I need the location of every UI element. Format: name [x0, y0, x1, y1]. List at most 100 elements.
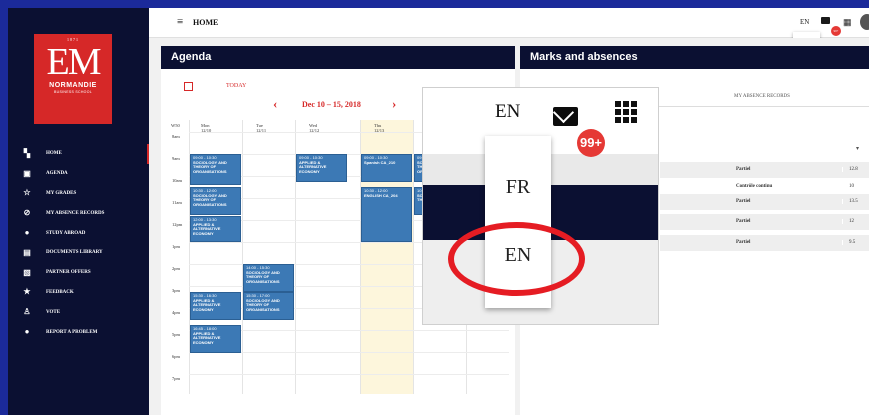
logo-subtitle: BUSINESS SCHOOL	[54, 90, 92, 94]
calendar-event[interactable]: 09:00 - 10:30 Spanish CA_210	[361, 154, 412, 182]
feedback-star-icon: ★	[23, 287, 31, 297]
mark-type: Contrôle continu	[736, 184, 773, 189]
date-range: Dec 10 – 15, 2018	[302, 100, 361, 109]
dashboard-icon: ▚	[23, 148, 31, 158]
event-title: SOCIOLOGY AND THEORY OF ORGANISATIONS	[193, 192, 227, 207]
table-row: Partiel 12	[660, 214, 869, 230]
logo-name: NORMANDIE	[49, 82, 97, 89]
time-label: 7pm	[172, 376, 181, 381]
school-logo[interactable]: 1871 EM NORMANDIE BUSINESS SCHOOL	[34, 34, 112, 124]
sidebar-item-label: DOCUMENTS LIBRARY	[46, 250, 103, 256]
time-label: 6pm	[172, 354, 181, 359]
time-label: 11am	[172, 200, 182, 205]
sidebar-item-documents-library[interactable]: ▤ DOCUMENTS LIBRARY	[8, 243, 149, 263]
sidebar-item-label: PARTNER OFFERS	[46, 270, 91, 276]
apps-grid-icon[interactable]: ▦	[843, 17, 852, 28]
globe-icon: ●	[24, 228, 30, 238]
sidebar-item-study-abroad[interactable]: ● STUDY ABROAD	[8, 223, 149, 243]
notification-badge: 99+	[831, 26, 841, 36]
calendar-event[interactable]: 14:00 - 15:30 SOCIOLOGY AND THEORY OF ORG…	[243, 264, 294, 292]
page-title: HOME	[193, 18, 219, 27]
library-icon: ▤	[23, 247, 31, 257]
mark-type: Partiel	[736, 199, 751, 204]
sidebar-item-vote[interactable]: ♙ VOTE	[8, 302, 149, 322]
sidebar-nav: ▚ HOME ▣ AGENDA ☆ MY GRADES ⊘ MY ABSENCE REC…	[8, 144, 149, 342]
sidebar-item-feedback[interactable]: ★ FEEDBACK	[8, 283, 149, 303]
mark-type: Partiel	[736, 240, 751, 245]
calendar-event[interactable]: 10:30 - 12:00 SOCIOLOGY AND THEORY OF ORG…	[190, 187, 241, 215]
highlight-circle	[448, 222, 585, 296]
time-label: 10am	[172, 178, 182, 183]
time-label: 4pm	[172, 310, 181, 315]
calendar-picker-icon[interactable]	[184, 82, 193, 91]
grid-row-line	[189, 374, 509, 375]
sidebar-item-report-problem[interactable]: ● REPORT A PROBLEM	[8, 322, 149, 342]
week-number: W50	[171, 123, 180, 128]
agenda-title: Agenda	[161, 46, 515, 69]
sidebar-item-label: HOME	[46, 151, 62, 157]
sidebar-item-label: FEEDBACK	[46, 289, 74, 295]
time-label: 2pm	[172, 266, 181, 271]
time-label: 8am	[172, 134, 180, 139]
language-selector[interactable]: EN	[800, 18, 809, 26]
table-row: Contrôle continu 10	[660, 179, 869, 195]
mark-value: 9.5	[842, 240, 868, 245]
mark-value: 12.8	[842, 167, 868, 172]
mail-icon[interactable]	[821, 17, 830, 24]
zoom-language-option-fr[interactable]: FR	[485, 176, 551, 199]
calendar-event[interactable]: 10:30 - 12:00 ENGLISH CA_204	[361, 187, 412, 242]
time-label: 12pm	[172, 222, 183, 227]
sidebar-item-agenda[interactable]: ▣ AGENDA	[8, 164, 149, 184]
mail-icon[interactable]	[553, 107, 578, 126]
calendar-event[interactable]: 15:30 - 17:00 SOCIOLOGY AND THEORY OF ORG…	[243, 292, 294, 320]
table-row: Partiel 9.5	[660, 235, 869, 251]
sidebar-item-label: STUDY ABROAD	[46, 230, 86, 236]
sidebar-item-home[interactable]: ▚ HOME	[8, 144, 149, 164]
notification-badge: 99+	[577, 129, 605, 157]
sidebar-item-label: AGENDA	[46, 171, 68, 177]
sidebar-item-my-grades[interactable]: ☆ MY GRADES	[8, 184, 149, 204]
sidebar-item-label: MY GRADES	[46, 190, 77, 196]
sidebar-item-partner-offers[interactable]: ▧ PARTNER OFFERS	[8, 263, 149, 283]
vote-icon: ♙	[23, 307, 31, 317]
event-title: APPLIED & ALTERNATIVE ECONOMY	[193, 297, 221, 312]
chevron-down-icon[interactable]: ▾	[856, 145, 859, 152]
zoom-language-selector[interactable]: EN	[495, 101, 520, 123]
time-label: 5pm	[172, 332, 181, 337]
apps-grid-icon[interactable]	[615, 101, 637, 123]
calendar-icon: ▣	[23, 168, 31, 178]
mark-value: 10	[842, 184, 868, 189]
event-title: APPLIED & ALTERNATIVE ECONOMY	[193, 330, 221, 345]
event-title: APPLIED & ALTERNATIVE ECONOMY	[299, 159, 327, 174]
event-title: Spanish CA_210	[364, 159, 396, 165]
tab-absence-records[interactable]: MY ABSENCE RECORDS	[734, 94, 790, 99]
logo-initials: EM	[46, 41, 102, 83]
marks-title: Marks and absences	[520, 46, 869, 69]
calendar-event[interactable]: 12:00 - 13:30 APPLIED & ALTERNATIVE ECONO…	[190, 216, 241, 242]
mark-value: 13.5	[842, 199, 868, 204]
chevron-right-icon[interactable]: ›	[392, 96, 396, 112]
hamburger-menu-icon[interactable]: ≡	[177, 16, 183, 28]
event-title: SOCIOLOGY AND THEORY OF ORGANISATIONS	[246, 297, 280, 312]
sidebar-item-absence-records[interactable]: ⊘ MY ABSENCE RECORDS	[8, 203, 149, 223]
calendar-event[interactable]: 15:30 - 16:30 APPLIED & ALTERNATIVE ECONO…	[190, 292, 241, 320]
mark-type: Partiel	[736, 219, 751, 224]
table-row: Partiel 13.5	[660, 194, 869, 210]
calendar-event[interactable]: 09:00 - 10:30 APPLIED & ALTERNATIVE ECONO…	[296, 154, 347, 182]
today-button[interactable]: TODAY	[226, 83, 246, 89]
mark-type: Partiel	[736, 167, 751, 172]
sidebar-item-label: REPORT A PROBLEM	[46, 329, 98, 335]
event-title: ENGLISH CA_204	[364, 192, 398, 198]
sidebar: 1871 EM NORMANDIE BUSINESS SCHOOL ▚ HOME …	[8, 8, 149, 415]
sidebar-item-label: VOTE	[46, 309, 61, 315]
calendar-event[interactable]: 09:00 - 10:30SOCIOLOGY AND THEORY OF ORG…	[190, 154, 241, 185]
table-row: Partiel 12.8	[660, 162, 869, 178]
time-label: 9am	[172, 156, 180, 161]
event-title: SOCIOLOGY AND THEORY OF ORGANISATIONS	[246, 269, 280, 284]
offers-icon: ▧	[23, 267, 31, 277]
avatar[interactable]	[860, 14, 869, 30]
mark-value: 12	[842, 219, 868, 224]
star-icon: ☆	[23, 188, 31, 198]
chevron-left-icon[interactable]: ‹	[273, 96, 277, 112]
calendar-event[interactable]: 16:45 - 18:00 APPLIED & ALTERNATIVE ECONO…	[190, 325, 241, 353]
